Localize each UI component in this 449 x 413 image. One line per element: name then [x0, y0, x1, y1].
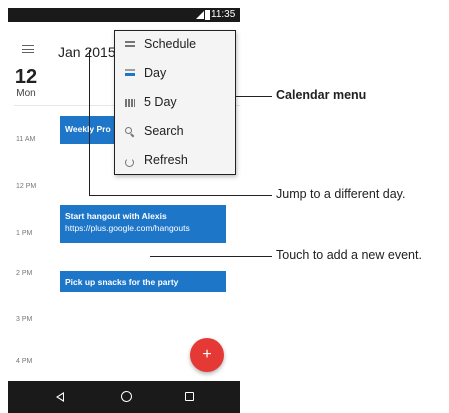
- event-title: Pick up snacks for the party: [65, 277, 179, 287]
- status-bar: 11:35: [8, 8, 240, 22]
- menu-item-label: Search: [144, 124, 184, 138]
- status-time: 11:35: [211, 9, 236, 20]
- menu-item-label: Day: [144, 66, 167, 80]
- menu-item-search[interactable]: Search: [115, 118, 234, 147]
- callout-line: [150, 256, 272, 257]
- date-number: 12: [14, 66, 38, 88]
- callout-line: [89, 50, 90, 195]
- refresh-icon: [125, 158, 134, 167]
- menu-item-day[interactable]: Day: [115, 60, 234, 89]
- recents-icon[interactable]: [185, 392, 194, 401]
- hour-label: 1 PM: [16, 230, 33, 237]
- menu-item-5-day[interactable]: 5 Day: [115, 89, 234, 118]
- event-snacks[interactable]: Pick up snacks for the party: [60, 271, 226, 292]
- date-weekday: Mon: [16, 88, 36, 99]
- menu-item-label: Refresh: [144, 153, 188, 167]
- date-header: 12 Mon: [8, 66, 44, 99]
- callout-line: [89, 195, 272, 196]
- hour-label: 4 PM: [16, 358, 33, 365]
- day-icon: [125, 69, 135, 76]
- menu-item-label: 5 Day: [144, 95, 177, 109]
- event-link: https://plus.google.com/hangouts: [65, 223, 190, 233]
- schedule-icon: [125, 41, 135, 48]
- signal-icon: [196, 11, 204, 19]
- hour-label: 3 PM: [16, 316, 33, 323]
- hamburger-icon[interactable]: [22, 45, 34, 53]
- calendar-menu: Schedule Day 5 Day Search Refresh: [114, 30, 236, 175]
- hour-label: 11 AM: [16, 136, 36, 143]
- callout-jump-day: Jump to a different day.: [276, 187, 406, 201]
- hour-label: 12 PM: [16, 183, 37, 190]
- back-icon[interactable]: [56, 392, 64, 402]
- callout-line: [236, 96, 272, 97]
- five-day-icon: [125, 99, 135, 107]
- month-title[interactable]: Jan 2015: [58, 44, 116, 60]
- add-event-button[interactable]: +: [190, 338, 224, 372]
- navigation-bar: [8, 381, 240, 413]
- battery-icon: [205, 10, 210, 20]
- menu-item-label: Schedule: [144, 37, 197, 51]
- callout-calendar-menu: Calendar menu: [276, 88, 367, 102]
- event-hangout[interactable]: Start hangout with Alexis https://plus.g…: [60, 205, 226, 243]
- home-icon[interactable]: [121, 391, 132, 402]
- callout-add-event: Touch to add a new event.: [276, 248, 422, 262]
- search-icon: [125, 127, 132, 134]
- event-title: Start hangout with Alexis: [65, 211, 167, 221]
- menu-item-schedule[interactable]: Schedule: [115, 31, 234, 60]
- hour-label: 2 PM: [16, 270, 33, 277]
- menu-item-refresh[interactable]: Refresh: [115, 147, 234, 176]
